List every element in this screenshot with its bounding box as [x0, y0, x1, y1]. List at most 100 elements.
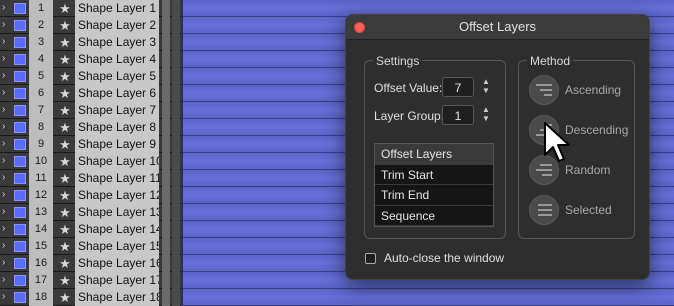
list-item[interactable]: Sequence [375, 205, 493, 226]
layer-row[interactable]: › 8 ★ Shape Layer 8 [0, 119, 181, 136]
layer-row[interactable]: › 4 ★ Shape Layer 4 [0, 51, 181, 68]
layer-row[interactable]: › 9 ★ Shape Layer 9 [0, 136, 181, 153]
layer-switch[interactable] [162, 289, 170, 306]
layer-switch[interactable] [162, 102, 170, 119]
layer-name[interactable]: Shape Layer 12 [75, 187, 159, 204]
layer-name[interactable]: Shape Layer 8 [75, 119, 159, 136]
list-item[interactable]: Offset Layers [375, 144, 493, 165]
layer-row[interactable]: › 1 ★ Shape Layer 1 [0, 0, 181, 17]
layer-name[interactable]: Shape Layer 11 [75, 170, 159, 187]
layer-row[interactable]: › 12 ★ Shape Layer 12 [0, 187, 181, 204]
label-color-swatch[interactable] [14, 173, 26, 184]
chevron-right-icon[interactable]: › [2, 173, 12, 183]
layer-switch[interactable] [162, 68, 170, 85]
layer-row[interactable]: › 17 ★ Shape Layer 17 [0, 272, 181, 289]
layer-row[interactable]: › 14 ★ Shape Layer 14 [0, 221, 181, 238]
chevron-right-icon[interactable]: › [2, 88, 12, 98]
label-color-swatch[interactable] [14, 20, 26, 31]
layer-switch[interactable] [162, 204, 170, 221]
chevron-right-icon[interactable]: › [2, 139, 12, 149]
auto-close-checkbox[interactable] [365, 253, 376, 264]
chevron-right-icon[interactable]: › [2, 105, 12, 115]
chevron-right-icon[interactable]: › [2, 241, 12, 251]
chevron-right-icon[interactable]: › [2, 156, 12, 166]
chevron-right-icon[interactable]: › [2, 190, 12, 200]
layer-switch[interactable] [162, 136, 170, 153]
label-color-swatch[interactable] [14, 88, 26, 99]
label-color-swatch[interactable] [14, 190, 26, 201]
layer-switch[interactable] [172, 153, 180, 170]
layer-name[interactable]: Shape Layer 2 [75, 17, 159, 34]
layer-row[interactable]: › 18 ★ Shape Layer 18 [0, 289, 181, 306]
label-color-swatch[interactable] [14, 54, 26, 65]
layer-row[interactable]: › 7 ★ Shape Layer 7 [0, 102, 181, 119]
offset-value-input[interactable]: 7 [442, 77, 474, 97]
layer-switch[interactable] [172, 0, 180, 17]
method-ascending-button[interactable]: Ascending [529, 75, 649, 105]
layer-switch[interactable] [172, 238, 180, 255]
chevron-right-icon[interactable]: › [2, 207, 12, 217]
chevron-right-icon[interactable]: › [2, 292, 12, 302]
label-color-swatch[interactable] [14, 156, 26, 167]
layer-switch[interactable] [172, 119, 180, 136]
layer-name[interactable]: Shape Layer 5 [75, 68, 159, 85]
mode-list[interactable]: Offset Layers Trim Start Trim End Sequen… [374, 143, 494, 227]
layer-row[interactable]: › 16 ★ Shape Layer 16 [0, 255, 181, 272]
layer-name[interactable]: Shape Layer 7 [75, 102, 159, 119]
layer-switch[interactable] [172, 17, 180, 34]
layer-switch[interactable] [172, 51, 180, 68]
layer-switch[interactable] [162, 0, 170, 17]
chevron-right-icon[interactable]: › [2, 54, 12, 64]
chevron-right-icon[interactable]: › [2, 275, 12, 285]
layer-name[interactable]: Shape Layer 14 [75, 221, 159, 238]
layer-switch[interactable] [172, 289, 180, 306]
method-selected-button[interactable]: Selected [529, 195, 649, 225]
layer-row[interactable]: › 13 ★ Shape Layer 13 [0, 204, 181, 221]
layer-name[interactable]: Shape Layer 6 [75, 85, 159, 102]
label-color-swatch[interactable] [14, 139, 26, 150]
layer-switch[interactable] [162, 51, 170, 68]
layer-switch[interactable] [162, 187, 170, 204]
layer-switch[interactable] [172, 204, 180, 221]
label-color-swatch[interactable] [14, 207, 26, 218]
label-color-swatch[interactable] [14, 241, 26, 252]
layer-name[interactable]: Shape Layer 17 [75, 272, 159, 289]
chevron-right-icon[interactable]: › [2, 20, 12, 30]
layer-switch[interactable] [172, 187, 180, 204]
chevron-right-icon[interactable]: › [2, 71, 12, 81]
label-color-swatch[interactable] [14, 3, 26, 14]
layer-switch[interactable] [162, 170, 170, 187]
layer-switch[interactable] [162, 238, 170, 255]
list-item[interactable]: Trim Start [375, 164, 493, 185]
list-item[interactable]: Trim End [375, 185, 493, 206]
label-color-swatch[interactable] [14, 105, 26, 116]
layer-group-stepper-icon[interactable]: ▲ ▼ [480, 105, 492, 125]
layer-switch[interactable] [172, 68, 180, 85]
layer-row[interactable]: › 2 ★ Shape Layer 2 [0, 17, 181, 34]
layer-switch[interactable] [172, 102, 180, 119]
chevron-right-icon[interactable]: › [2, 3, 12, 13]
layer-switch[interactable] [162, 221, 170, 238]
label-color-swatch[interactable] [14, 37, 26, 48]
layer-switch[interactable] [162, 255, 170, 272]
layer-row[interactable]: › 10 ★ Shape Layer 10 [0, 153, 181, 170]
layer-switch[interactable] [172, 170, 180, 187]
layer-name[interactable]: Shape Layer 10 [75, 153, 159, 170]
layer-switch[interactable] [162, 153, 170, 170]
layer-switch[interactable] [172, 221, 180, 238]
chevron-right-icon[interactable]: › [2, 224, 12, 234]
label-color-swatch[interactable] [14, 275, 26, 286]
layer-group-input[interactable]: 1 [442, 105, 474, 125]
layer-name[interactable]: Shape Layer 4 [75, 51, 159, 68]
layer-switch[interactable] [162, 17, 170, 34]
dialog-titlebar[interactable]: Offset Layers [346, 15, 649, 40]
layer-switch[interactable] [162, 119, 170, 136]
layer-switch[interactable] [172, 85, 180, 102]
layer-switch[interactable] [172, 272, 180, 289]
label-color-swatch[interactable] [14, 224, 26, 235]
layer-name[interactable]: Shape Layer 1 [75, 0, 159, 17]
layer-switch[interactable] [172, 34, 180, 51]
label-color-swatch[interactable] [14, 122, 26, 133]
layer-row[interactable]: › 6 ★ Shape Layer 6 [0, 85, 181, 102]
label-color-swatch[interactable] [14, 258, 26, 269]
